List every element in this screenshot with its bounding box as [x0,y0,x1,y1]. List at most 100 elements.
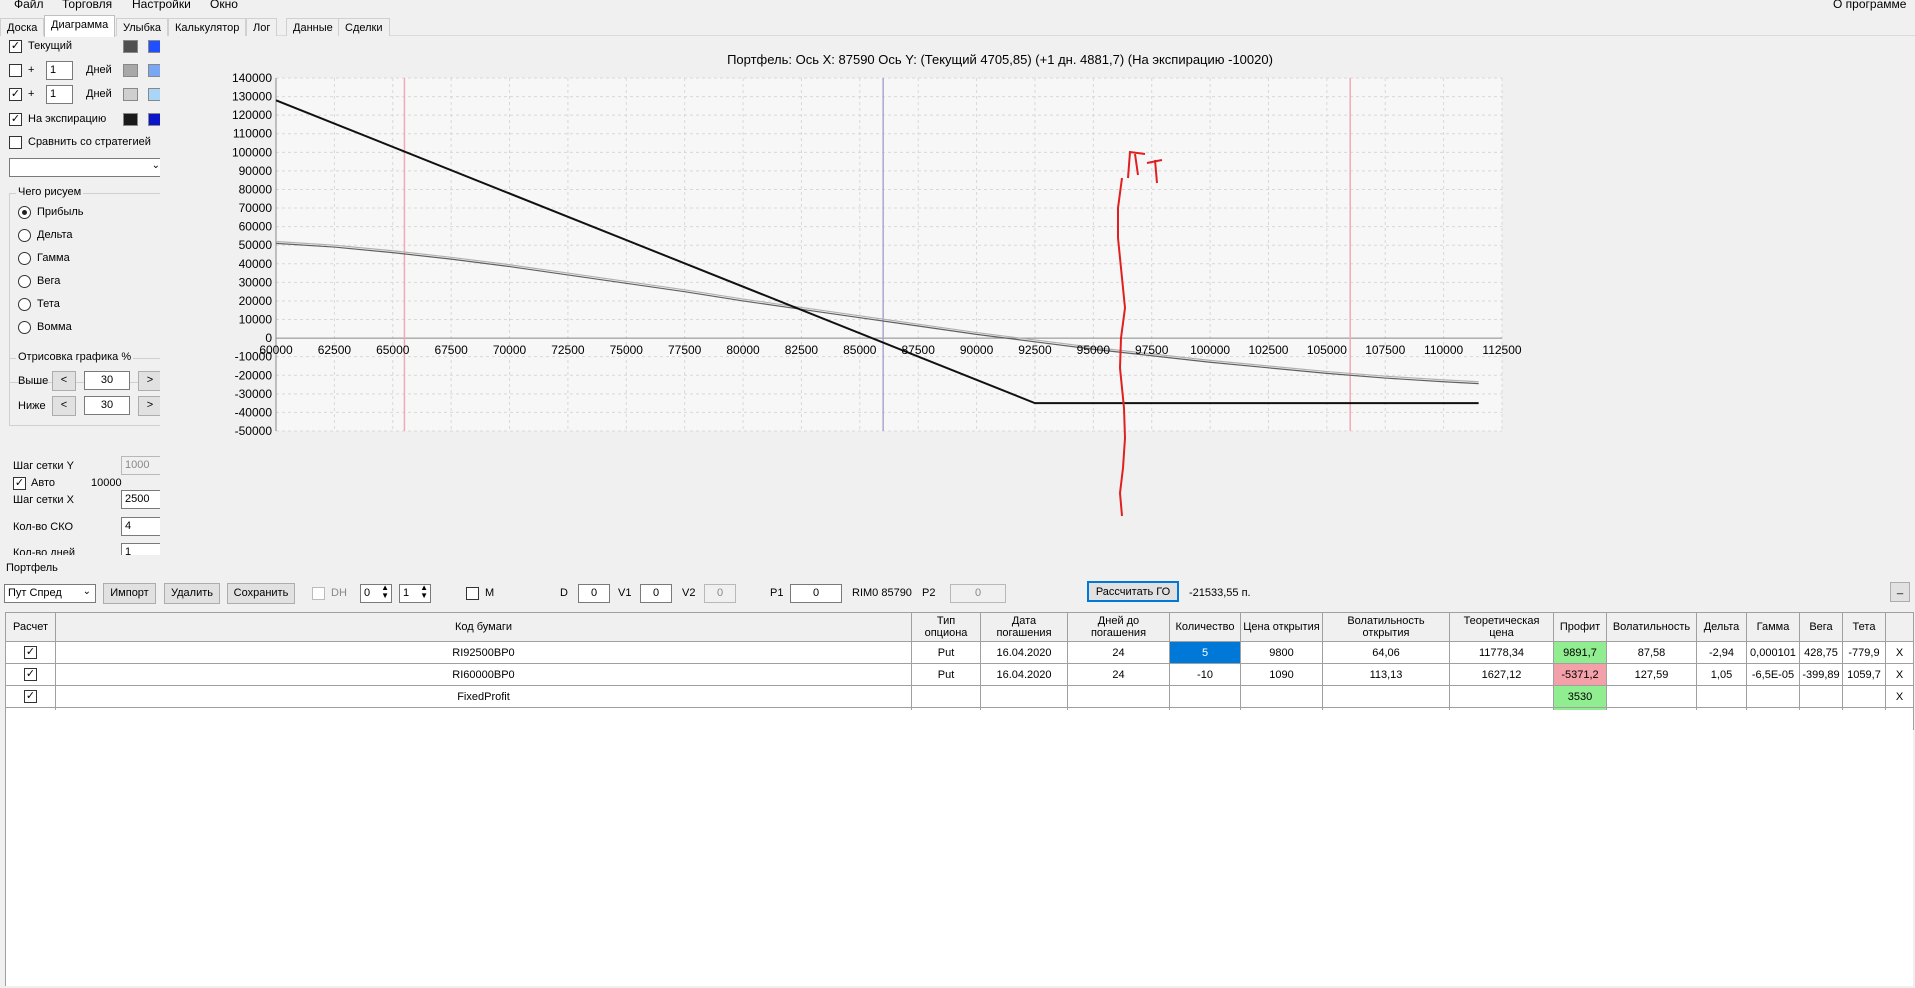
column-header[interactable]: Дней до погашения [1067,612,1170,642]
table-row[interactable]: ✓ FixedProfit 3530 X [5,685,1914,708]
v2-input[interactable]: 0 [704,584,736,603]
grid-y-label: Шаг сетки Y [13,460,74,472]
tab-calculator[interactable]: Калькулятор [168,18,247,36]
column-header[interactable]: Волатильность открытия [1322,612,1450,642]
tab-deals[interactable]: Сделки [338,18,390,36]
tab-log[interactable]: Лог [246,18,278,36]
column-header[interactable]: Дата погашения [980,612,1068,642]
table-cell [911,685,981,708]
radio-gamma[interactable] [18,252,31,265]
expiration-color-1[interactable] [123,113,138,126]
row-calc-checkbox[interactable]: ✓ [24,668,37,681]
column-header[interactable]: Количество [1169,612,1241,642]
radio-vega[interactable] [18,275,31,288]
table-row[interactable]: ✓ RI92500BP0 Put 16.04.2020 24 5 9800 64,06 1177… [5,641,1914,664]
tab-diagram[interactable]: Диаграмма [44,15,116,37]
row-delete-button[interactable]: X [1885,641,1914,664]
column-header[interactable]: Расчет [5,612,56,642]
above-decrease-button[interactable]: < [52,371,76,391]
column-header[interactable]: Дельта [1696,612,1747,642]
m-checkbox[interactable] [466,587,479,600]
current-color-1[interactable] [123,40,138,53]
row-delete-button[interactable]: X [1885,685,1914,708]
menu-settings[interactable]: Настройки [132,0,191,11]
column-header[interactable]: Цена открытия [1240,612,1323,642]
column-header[interactable]: Тип опциона [911,612,981,642]
table-cell[interactable]: -10 [1169,663,1241,686]
table-cell[interactable] [1169,685,1241,708]
menu-file[interactable]: Файл [14,0,44,11]
calc-go-button[interactable]: Рассчитать ГО [1087,581,1179,602]
column-header[interactable]: Волатильность [1606,612,1697,642]
column-header[interactable] [1885,612,1914,642]
radio-theta[interactable] [18,298,31,311]
dh-spinner-1[interactable]: 0 ▲ ▼ [360,584,392,603]
menu-window[interactable]: Окно [210,0,238,11]
payoff-chart[interactable]: Портфель: Ось X: 87590 Ось Y: (Текущий 4… [160,38,1915,563]
table-cell: 1,05 [1696,663,1747,686]
tab-board[interactable]: Доска [0,18,45,36]
column-header[interactable]: Гамма [1746,612,1800,642]
p1-input[interactable]: 0 [790,584,842,603]
grid-layer [275,77,1503,432]
above-increase-button[interactable]: > [138,371,162,391]
x-tick-label: 77500 [668,343,702,357]
table-cell[interactable]: ✓ [5,641,56,664]
below-decrease-button[interactable]: < [52,396,76,416]
days2-color-1[interactable] [123,88,138,101]
column-header[interactable]: Теоретическая цена [1449,612,1554,642]
tab-smile[interactable]: Улыбка [116,18,169,36]
import-button[interactable]: Импорт [103,583,156,604]
compare-select[interactable]: ⌄ [9,158,165,177]
v1-input[interactable]: 0 [640,584,672,603]
dh-checkbox[interactable] [312,587,325,600]
column-header[interactable]: Код бумаги [55,612,912,642]
table-cell: 87,58 [1606,641,1697,664]
d-input[interactable]: 0 [578,584,610,603]
radio-delta[interactable] [18,229,31,242]
table-cell: -779,9 [1842,641,1886,664]
save-button[interactable]: Сохранить [227,583,295,604]
days1-color-1[interactable] [123,64,138,77]
table-row[interactable]: ✓ RI60000BP0 Put 16.04.2020 24 -10 1090 113,13 1… [5,663,1914,686]
auto-checkbox[interactable]: ✓ [13,477,26,490]
sko-label: Кол-во СКО [13,521,74,533]
menu-trading[interactable]: Торговля [62,0,112,11]
y-tick-label: 70000 [239,201,273,215]
spinner-arrows-icon[interactable]: ▲ ▼ [381,585,389,600]
tab-data[interactable]: Данные [286,18,340,36]
strategy-select[interactable]: Пут Спред ⌄ [4,584,96,603]
spinner-arrows-icon[interactable]: ▲ ▼ [420,585,428,600]
current-checkbox[interactable]: ✓ [9,40,22,53]
table-cell[interactable]: ✓ [5,663,56,686]
column-header[interactable]: Тета [1842,612,1886,642]
menu-about[interactable]: О программе [1833,0,1906,11]
radio-vomma[interactable] [18,321,31,334]
above-input[interactable]: 30 [84,371,130,390]
days1-input[interactable]: 1 [46,61,73,80]
days2-input[interactable]: 1 [46,85,73,104]
row-calc-checkbox[interactable]: ✓ [24,690,37,703]
days1-checkbox[interactable] [9,64,22,77]
radio-profit[interactable] [18,206,31,219]
y-tick-label: 40000 [239,257,273,271]
table-cell[interactable]: 5 [1169,641,1241,664]
compare-checkbox[interactable] [9,136,22,149]
row-calc-checkbox[interactable]: ✓ [24,646,37,659]
minimize-button[interactable]: _ [1890,582,1910,602]
table-cell [1322,685,1450,708]
expiration-checkbox[interactable]: ✓ [9,113,22,126]
column-header[interactable]: Вега [1799,612,1843,642]
dh-spinner-2[interactable]: 1 ▲ ▼ [399,584,431,603]
column-header[interactable]: Профит [1553,612,1607,642]
p2-input[interactable]: 0 [950,584,1006,603]
below-increase-button[interactable]: > [138,396,162,416]
row-delete-button[interactable]: X [1885,663,1914,686]
delete-button[interactable]: Удалить [164,583,220,604]
below-input[interactable]: 30 [84,396,130,415]
days2-checkbox[interactable]: ✓ [9,88,22,101]
table-cell: 24 [1067,641,1170,664]
table-cell[interactable]: ✓ [5,685,56,708]
x-tick-label: 70000 [493,343,527,357]
table-cell: RI60000BP0 [55,663,912,686]
